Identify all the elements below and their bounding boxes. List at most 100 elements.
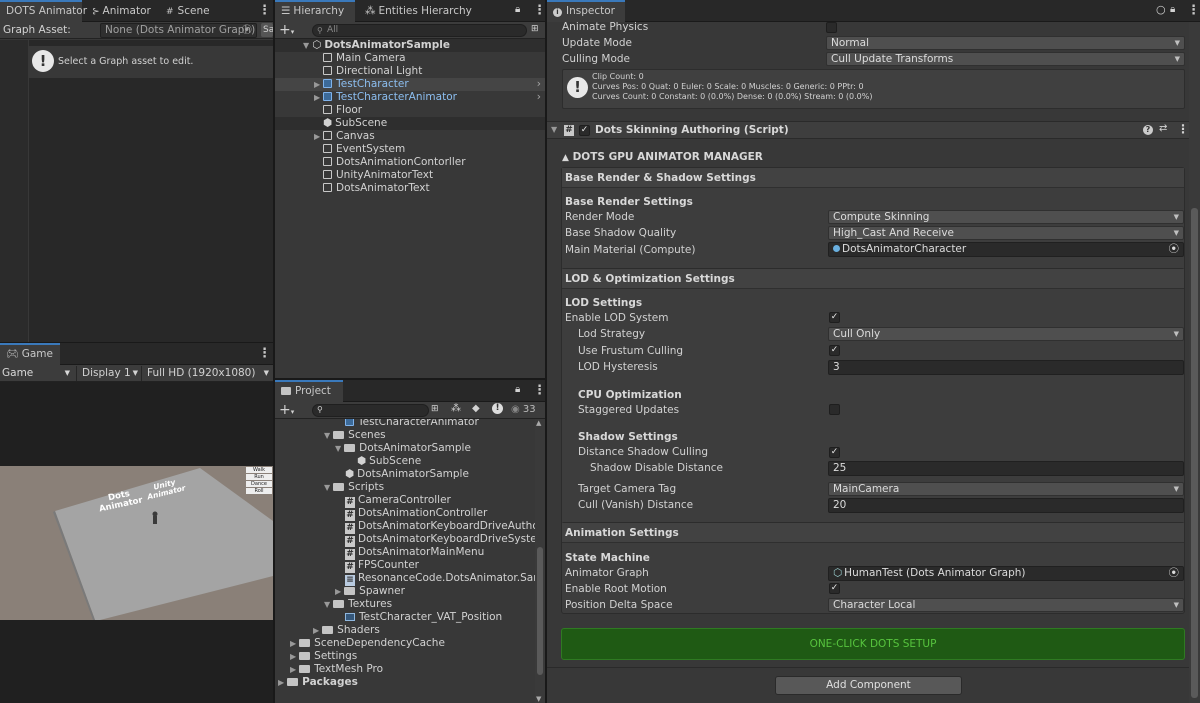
- resolution-dropdown[interactable]: Full HD (1920x1080) ▼: [141, 366, 273, 381]
- expand-arrow-icon[interactable]: ▶: [335, 587, 341, 596]
- graph-asset-field[interactable]: None (Dots Animator Graph) ⦿: [100, 23, 257, 38]
- expand-arrow-icon[interactable]: ▶: [314, 132, 320, 141]
- project-item[interactable]: ▶ TextMesh Pro: [290, 663, 383, 676]
- hierarchy-item[interactable]: ▶ TestCharacterAnimator ›: [275, 91, 545, 104]
- lock-icon[interactable]: 🔒︎: [1170, 4, 1175, 15]
- tag-icon[interactable]: ◆: [472, 403, 480, 414]
- kebab-menu-icon[interactable]: ⋮: [258, 343, 271, 365]
- anim-button-roll[interactable]: Roll: [246, 488, 272, 494]
- project-item[interactable]: ≡ ResonanceCode.DotsAnimator.Sampl: [345, 572, 535, 586]
- toolbar-button[interactable]: Sa: [261, 23, 273, 37]
- project-item[interactable]: # CameraController: [345, 494, 451, 508]
- error-filter-icon[interactable]: !: [492, 403, 503, 414]
- expand-arrow-icon[interactable]: ▶: [314, 93, 320, 102]
- project-item[interactable]: # DotsAnimationController: [345, 507, 487, 521]
- kebab-menu-icon[interactable]: ⋮: [533, 0, 545, 22]
- culling-mode-dropdown[interactable]: Cull Update Transforms ▼: [826, 52, 1185, 66]
- project-item[interactable]: ▶ Packages: [278, 676, 358, 689]
- kebab-menu-icon[interactable]: ⋮: [533, 380, 545, 402]
- project-item[interactable]: ▼ Scripts: [324, 481, 384, 494]
- expand-arrow-icon[interactable]: ▼: [324, 431, 330, 440]
- chevron-right-icon[interactable]: ›: [537, 91, 541, 104]
- tab-animator[interactable]: ⊱ Animator: [86, 0, 157, 22]
- project-item[interactable]: TestCharacterAnimator: [345, 419, 479, 429]
- project-item[interactable]: ▶ SceneDependencyCache: [290, 637, 445, 650]
- component-enabled-checkbox[interactable]: ✓: [579, 125, 590, 136]
- add-component-button[interactable]: Add Component: [775, 676, 962, 695]
- lock-icon[interactable]: 🔒︎: [515, 4, 520, 15]
- debug-mode-icon[interactable]: ○: [1156, 3, 1166, 16]
- inspector-scrollbar[interactable]: [1189, 22, 1200, 703]
- project-item[interactable]: ▶ Shaders: [313, 624, 380, 637]
- hierarchy-item[interactable]: DotsAnimationContorller: [323, 156, 466, 169]
- anim-button-dance[interactable]: Dance: [246, 481, 272, 487]
- create-plus-icon[interactable]: +▾: [279, 402, 294, 420]
- expand-arrow-icon[interactable]: ▼: [324, 600, 330, 609]
- lod-strategy-dropdown[interactable]: Cull Only ▼: [828, 327, 1184, 341]
- component-header[interactable]: ▼ # ✓ Dots Skinning Authoring (Script) ?…: [547, 121, 1189, 139]
- search-options-icon[interactable]: ⊞: [531, 24, 539, 34]
- project-item[interactable]: ▼ Textures: [324, 598, 392, 611]
- project-item[interactable]: #DotsAnimatorKeyboardDriveAuthoring: [345, 520, 535, 534]
- frustum-culling-checkbox[interactable]: ✓: [829, 345, 840, 356]
- search-by-type-icon[interactable]: ⊞: [431, 404, 439, 414]
- shadow-quality-dropdown[interactable]: High_Cast And Receive ▼: [828, 226, 1184, 240]
- root-motion-checkbox[interactable]: ✓: [829, 583, 840, 594]
- game-viewport[interactable]: Dots Animator Unity Animator Walk Run Da…: [0, 466, 273, 620]
- hierarchy-item[interactable]: ▶ Canvas: [314, 130, 375, 143]
- tab-game[interactable]: 🎮︎ Game: [0, 343, 60, 365]
- project-item[interactable]: ⬢ SubScene: [357, 455, 421, 468]
- delta-space-dropdown[interactable]: Character Local ▼: [828, 598, 1184, 612]
- expand-arrow-icon[interactable]: ▶: [290, 639, 296, 648]
- project-item[interactable]: # DotsAnimatorKeyboardDriveSystem: [345, 533, 535, 547]
- search-by-label-icon[interactable]: ⁂: [451, 403, 461, 414]
- distance-shadow-checkbox[interactable]: ✓: [829, 447, 840, 458]
- lock-icon[interactable]: 🔒︎: [515, 384, 520, 395]
- staggered-updates-checkbox[interactable]: [829, 404, 840, 415]
- animator-graph-field[interactable]: ⬡ HumanTest (Dots Animator Graph) ⦿: [828, 566, 1184, 581]
- hierarchy-item[interactable]: ▶ TestCharacter ›: [275, 78, 545, 91]
- hierarchy-item[interactable]: Main Camera: [323, 52, 406, 65]
- scroll-thumb[interactable]: [537, 547, 543, 675]
- chevron-right-icon[interactable]: ›: [537, 78, 541, 91]
- hierarchy-item[interactable]: EventSystem: [323, 143, 405, 156]
- project-item[interactable]: # FPSCounter: [345, 559, 419, 573]
- expand-arrow-icon[interactable]: ▼: [303, 41, 309, 50]
- scroll-thumb[interactable]: [1191, 208, 1198, 698]
- foldout-arrow-icon[interactable]: ▼: [551, 125, 557, 134]
- hidden-packages-count[interactable]: ◉ 33: [511, 404, 536, 415]
- cull-distance-field[interactable]: 20: [828, 498, 1184, 513]
- project-scrollbar[interactable]: ▲ ▼: [535, 419, 545, 703]
- hierarchy-root-scene[interactable]: ▼ ⬡ DotsAnimatorSample: [275, 39, 545, 52]
- project-item[interactable]: ⬢ DotsAnimatorSample: [345, 468, 469, 481]
- hierarchy-item[interactable]: UnityAnimatorText: [323, 169, 433, 182]
- tab-hierarchy[interactable]: ☰ Hierarchy: [275, 0, 355, 22]
- project-item[interactable]: ▼ DotsAnimatorSample: [335, 442, 471, 455]
- enable-lod-checkbox[interactable]: ✓: [829, 312, 840, 323]
- display-dropdown[interactable]: Display 1 ▼: [76, 366, 140, 381]
- render-mode-dropdown[interactable]: Compute Skinning ▼: [828, 210, 1184, 224]
- tab-inspector[interactable]: i Inspector: [547, 0, 625, 22]
- expand-arrow-icon[interactable]: ▶: [290, 652, 296, 661]
- update-mode-dropdown[interactable]: Normal ▼: [826, 36, 1185, 50]
- object-picker-icon[interactable]: ⦿: [242, 24, 253, 37]
- scroll-down-icon[interactable]: ▼: [536, 695, 541, 703]
- graph-canvas[interactable]: ! Select a Graph asset to edit.: [29, 40, 273, 342]
- help-icon[interactable]: ?: [1143, 125, 1153, 135]
- object-picker-icon[interactable]: ⦿: [1169, 567, 1180, 580]
- one-click-setup-button[interactable]: ONE-CLICK DOTS SETUP: [561, 628, 1185, 660]
- project-item[interactable]: ▶ Spawner: [335, 585, 405, 598]
- hierarchy-item[interactable]: Directional Light: [323, 65, 422, 78]
- component-menu-icon[interactable]: ⋮: [1177, 122, 1189, 136]
- hierarchy-item[interactable]: ⬢ SubScene: [275, 117, 545, 130]
- tab-dots-animator[interactable]: DOTS Animator: [0, 0, 87, 22]
- anim-button-walk[interactable]: Walk: [246, 467, 272, 473]
- kebab-menu-icon[interactable]: ⋮: [258, 0, 271, 22]
- project-item[interactable]: ▶ Settings: [290, 650, 357, 663]
- game-mode-dropdown[interactable]: Game ▼: [2, 366, 72, 381]
- expand-arrow-icon[interactable]: ▶: [278, 678, 284, 687]
- kebab-menu-icon[interactable]: ⋮: [1187, 0, 1200, 22]
- scroll-up-icon[interactable]: ▲: [536, 419, 541, 427]
- anim-button-run[interactable]: Run: [246, 474, 272, 480]
- project-search-input[interactable]: ⚲: [312, 404, 429, 417]
